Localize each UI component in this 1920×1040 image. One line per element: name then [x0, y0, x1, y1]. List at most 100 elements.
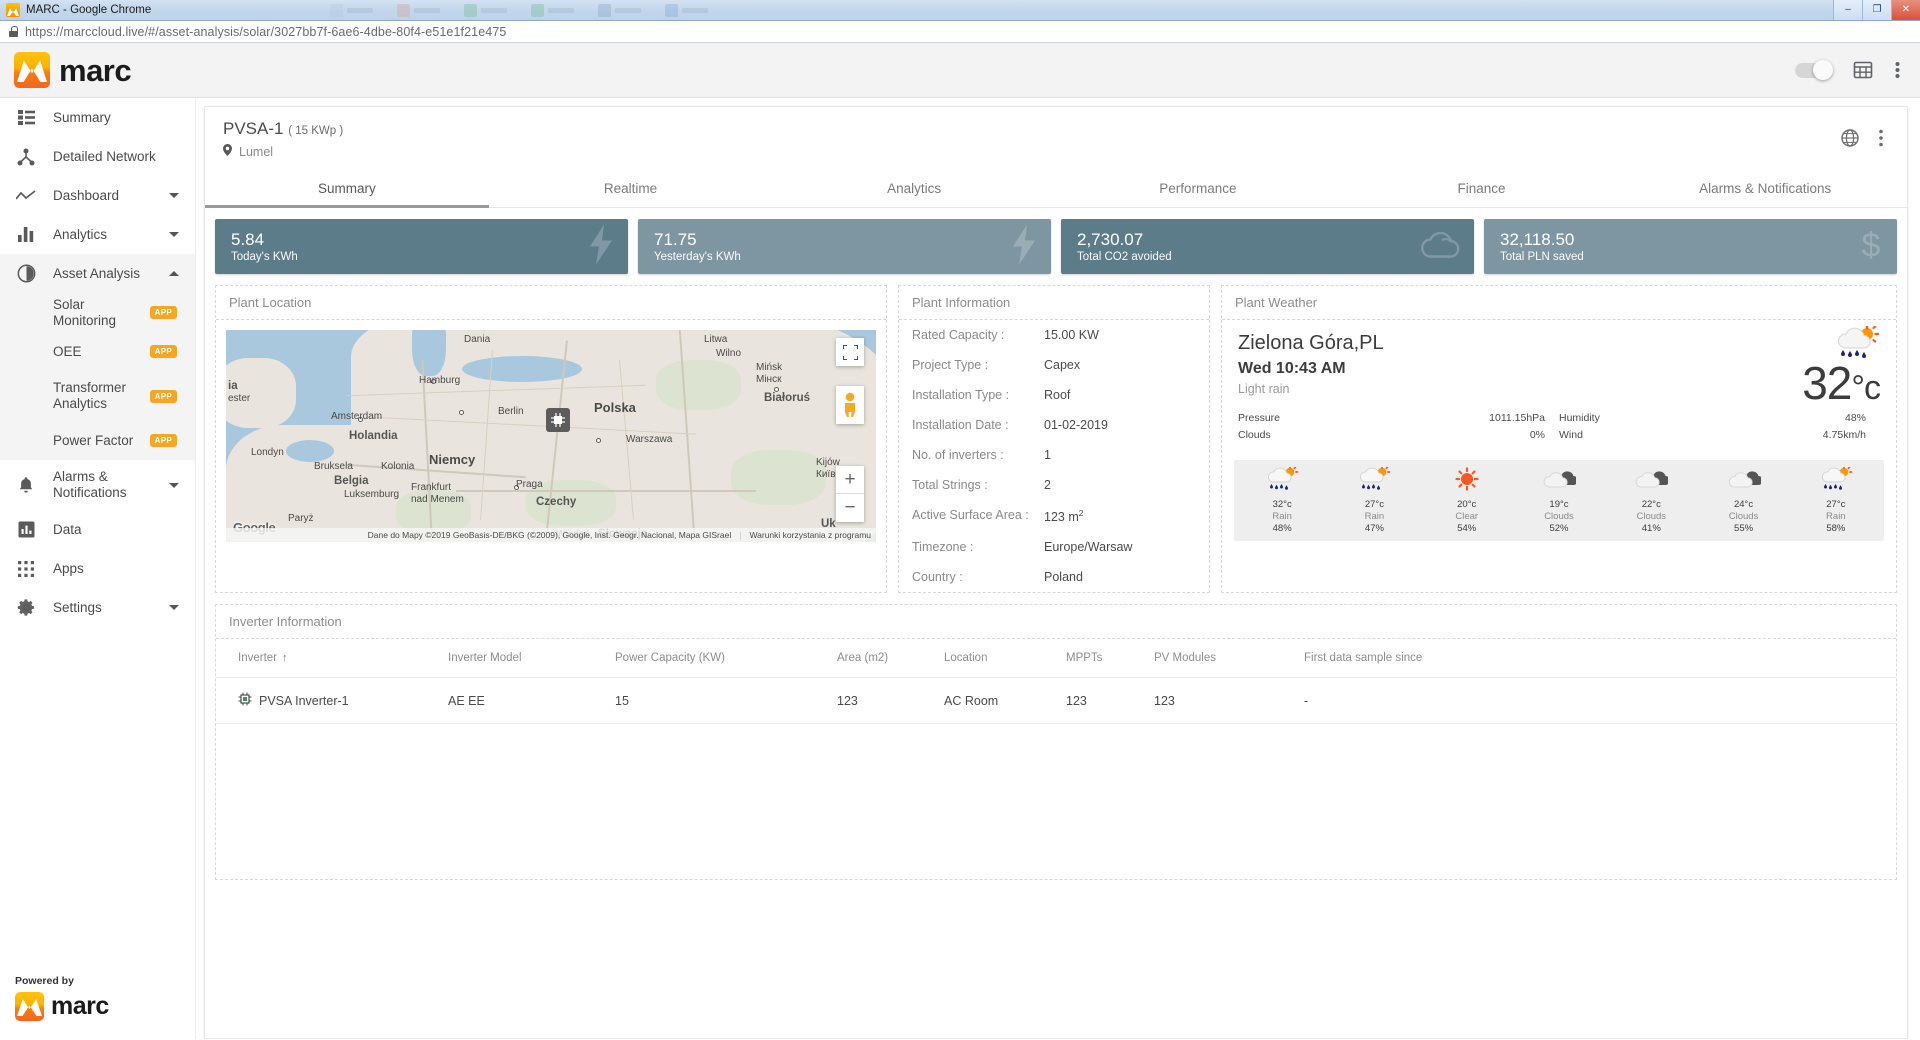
dollar-icon: $ [1859, 224, 1883, 269]
weather-stat: Clouds 0% [1238, 429, 1545, 441]
kpi-card-yesterday-kwh[interactable]: 71.75 Yesterday's KWh [638, 219, 1051, 274]
browser-address-bar[interactable]: https://marccloud.live/#/asset-analysis/… [0, 21, 1920, 43]
window-minimize-button[interactable]: – [1833, 0, 1862, 20]
kpi-value: 2,730.07 [1077, 229, 1144, 249]
info-value: Capex [1044, 358, 1081, 372]
inverter-information-title: Inverter Information [216, 605, 1896, 640]
plant-header-actions [1841, 129, 1883, 152]
forecast-temp: 27°c [1364, 499, 1384, 510]
sidebar-item-data[interactable]: Data [0, 510, 195, 549]
map-zoom-in-button[interactable]: + [836, 466, 864, 494]
powered-by: Powered by marc [15, 975, 109, 1021]
tab-realtime[interactable]: Realtime [489, 169, 773, 207]
cell-inverter-model: AE EE [448, 677, 615, 725]
tab-finance[interactable]: Finance [1340, 169, 1624, 207]
lock-icon [9, 26, 18, 37]
kpi-card-today-kwh[interactable]: 5.84 Today's KWh [215, 219, 628, 274]
sidebar-item-label: Summary [53, 109, 111, 125]
info-row: No. of inverters : 1 [899, 440, 1209, 470]
clouds-icon [1727, 467, 1763, 496]
info-key: Installation Date : [912, 418, 1009, 432]
sidebar-item-label: Alarms & Notifications [53, 469, 127, 500]
info-key: Total Strings : [912, 478, 988, 492]
gear-icon [15, 598, 37, 617]
app-badge: APP [149, 306, 177, 319]
app-logo-text: marc [59, 52, 132, 88]
info-value: Poland [1044, 570, 1083, 585]
street-view-pegman-icon[interactable] [836, 386, 864, 424]
chevron-up-icon[interactable] [169, 271, 179, 276]
map-canvas[interactable]: Polska Niemcy Białoruś Czechy Holandia Belgia… [226, 330, 876, 542]
table-row[interactable]: PVSA Inverter-1 AE EE 15 123 AC Room 123… [216, 677, 1896, 725]
plant-map-marker[interactable] [546, 408, 570, 432]
globe-icon[interactable] [1841, 129, 1859, 152]
sidebar-item-detailed-network[interactable]: Detailed Network [0, 137, 195, 176]
taskbar-item-icon [330, 4, 343, 17]
sidebar-item-summary[interactable]: Summary [0, 98, 195, 137]
column-header-area[interactable]: Area (m2) [837, 639, 944, 679]
map-label: Praga [516, 479, 543, 490]
sidebar-item-asset-analysis[interactable]: Asset Analysis [0, 254, 195, 293]
forecast-prob: 47% [1364, 523, 1384, 534]
chevron-down-icon[interactable] [169, 482, 179, 488]
forecast-temp: 27°c [1826, 499, 1846, 510]
column-header-inverter[interactable]: Inverter ↑ [216, 639, 448, 679]
map-label: Holandia [349, 430, 398, 442]
app-logo[interactable]: marc [14, 52, 132, 88]
tab-performance[interactable]: Performance [1056, 169, 1340, 207]
inverter-table-head: Inverter ↑ Inverter Model Power Capacity … [216, 639, 1896, 679]
window-close-button[interactable]: ✕ [1891, 0, 1920, 20]
fullscreen-icon[interactable] [836, 338, 864, 366]
kpi-card-total-pln-saved[interactable]: 32,118.50 Total PLN saved $ [1484, 219, 1897, 274]
kpi-label: Today's KWh [231, 251, 298, 264]
map-water [286, 440, 334, 462]
weather-stat-value: 48% [1844, 412, 1866, 424]
sidebar-item-power-factor[interactable]: Power Factor APP [0, 421, 195, 460]
sidebar-item-apps[interactable]: Apps [0, 549, 195, 588]
map-terms-link[interactable]: Warunki korzystania z programu [749, 530, 871, 540]
chevron-down-icon[interactable] [169, 605, 179, 610]
overflow-menu-icon[interactable] [1895, 60, 1900, 80]
apps-grid-icon[interactable] [1853, 60, 1873, 80]
taskbar-item-icon [397, 4, 410, 17]
column-header-location[interactable]: Location [944, 639, 1066, 679]
map-label: Luksemburg [344, 489, 400, 500]
column-header-power-capacity[interactable]: Power Capacity (KW) [615, 639, 837, 679]
sidebar-item-dashboard[interactable]: Dashboard [0, 176, 195, 215]
plant-header: PVSA-1 ( 15 KWp ) Lumel [205, 107, 1907, 169]
app-badge: APP [149, 434, 177, 447]
chevron-down-icon[interactable] [169, 193, 179, 198]
sidebar-subitem-label: Transformer Analytics [53, 380, 127, 411]
info-value: 1 [1044, 448, 1051, 462]
forecast-prob: 48% [1272, 523, 1292, 534]
info-row: Installation Date : 01-02-2019 [899, 410, 1209, 440]
chevron-down-icon[interactable] [169, 232, 179, 237]
weather-stats-col: Pressure 1011.15hPa Clouds 0% [1238, 412, 1559, 441]
tab-summary[interactable]: Summary [205, 169, 489, 208]
tab-alarms-notifications[interactable]: Alarms & Notifications [1623, 169, 1907, 207]
map-zoom-out-button[interactable]: − [836, 494, 864, 522]
sidebar-item-solar-monitoring[interactable]: Solar Monitoring APP [0, 293, 195, 332]
weather-stat-key: Clouds [1238, 429, 1271, 441]
column-header-first-data-sample[interactable]: First data sample since [1304, 639, 1896, 679]
sidebar-item-analytics[interactable]: Analytics [0, 215, 195, 254]
tab-analytics[interactable]: Analytics [772, 169, 1056, 207]
sidebar-item-oee[interactable]: OEE APP [0, 332, 195, 371]
cloud-icon [1420, 229, 1460, 264]
window-controls: – ❐ ✕ [1833, 0, 1920, 21]
sidebar-item-settings[interactable]: Settings [0, 588, 195, 627]
theme-toggle-switch[interactable] [1795, 59, 1833, 80]
sidebar-item-transformer-analytics[interactable]: Transformer Analytics APP [0, 371, 195, 421]
window-maximize-button[interactable]: ❐ [1862, 0, 1891, 20]
sidebar-item-alarms-notifications[interactable]: Alarms & Notifications [0, 460, 195, 510]
info-row: Project Type : Capex [899, 350, 1209, 380]
forecast-item: 19°c Clouds 52% [1513, 467, 1605, 534]
forecast-desc: Rain [1272, 511, 1292, 522]
info-row: Total Strings : 2 [899, 470, 1209, 500]
column-header-pv-modules[interactable]: PV Modules [1154, 639, 1304, 679]
cell-pv-modules: 123 [1154, 677, 1304, 725]
column-header-mppts[interactable]: MPPTs [1066, 639, 1154, 679]
vertical-dots-icon[interactable] [1879, 129, 1883, 152]
column-header-inverter-model[interactable]: Inverter Model [448, 639, 615, 679]
kpi-card-total-co2-avoided[interactable]: 2,730.07 Total CO2 avoided [1061, 219, 1474, 274]
